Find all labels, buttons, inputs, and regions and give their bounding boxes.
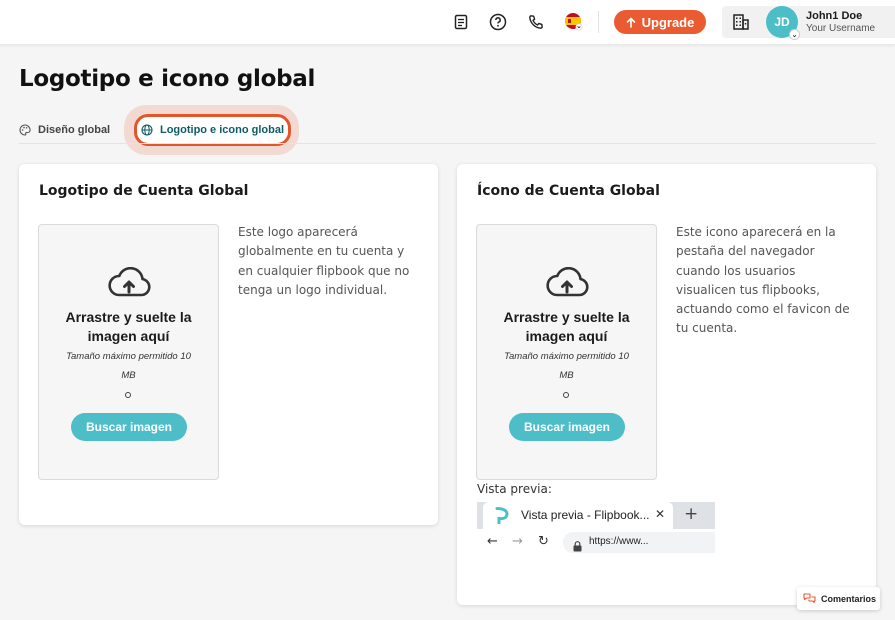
tab-logo-icon[interactable]: Logotipo e icono global bbox=[134, 114, 291, 146]
browser-tab-title: Vista previa - Flipbook... bbox=[521, 508, 650, 522]
icon-dropzone[interactable]: Arrastre y suelte la imagen aquí Tamaño … bbox=[476, 224, 657, 480]
user-username: Your Username bbox=[806, 23, 876, 34]
arrow-up-icon bbox=[626, 17, 635, 28]
account-menu[interactable]: JD ⌄ John1 Doe Your Username bbox=[722, 6, 895, 40]
logo-card-title: Logotipo de Cuenta Global bbox=[39, 183, 249, 199]
browser-nav-bar: ← → ↻ https://www... bbox=[477, 529, 715, 556]
flag-es-icon[interactable] bbox=[564, 12, 584, 32]
dropzone-title: Arrastre y suelte la imagen aquí bbox=[65, 309, 192, 344]
forward-arrow-icon: → bbox=[512, 534, 523, 549]
icon-description: Este icono aparecerá en la pestaña del n… bbox=[676, 225, 850, 336]
browse-image-button[interactable]: Buscar imagen bbox=[509, 413, 625, 441]
chevron-down-icon: ⌄ bbox=[789, 29, 800, 40]
help-icon[interactable] bbox=[488, 12, 508, 32]
tabs-divider bbox=[19, 143, 876, 144]
phone-icon[interactable] bbox=[526, 12, 546, 32]
cloud-upload-icon bbox=[107, 266, 151, 303]
feedback-icon bbox=[803, 593, 816, 604]
dropzone-max-size: Tamaño máximo permitido 10 MB bbox=[66, 351, 191, 381]
dropzone-title: Arrastre y suelte la imagen aquí bbox=[503, 309, 630, 344]
tab-logo-icon-label: Logotipo e icono global bbox=[159, 124, 285, 136]
logo-card: Logotipo de Cuenta Global Arrastre y sue… bbox=[19, 164, 438, 525]
tab-global-design[interactable]: Diseño global bbox=[19, 124, 110, 136]
cloud-upload-icon bbox=[545, 266, 589, 303]
browser-url-text: https://www... bbox=[589, 536, 649, 547]
browser-url-bar: https://www... bbox=[563, 532, 715, 553]
icon-card-title: Ícono de Cuenta Global bbox=[477, 183, 660, 199]
reload-icon: ↻ bbox=[538, 534, 549, 549]
logo-dropzone[interactable]: Arrastre y suelte la imagen aquí Tamaño … bbox=[38, 224, 219, 480]
logo-description: Este logo aparecerá globalmente en tu cu… bbox=[238, 225, 410, 297]
avatar-initials: JD bbox=[774, 15, 790, 29]
icon-card: Ícono de Cuenta Global Arrastre y suelte… bbox=[457, 164, 876, 605]
favicon-icon bbox=[495, 507, 509, 528]
building-icon[interactable] bbox=[732, 13, 750, 35]
globe-icon bbox=[141, 124, 153, 136]
upgrade-label: Upgrade bbox=[641, 14, 695, 30]
browse-image-button[interactable]: Buscar imagen bbox=[71, 413, 187, 441]
palette-icon bbox=[19, 124, 31, 136]
upgrade-button[interactable]: Upgrade bbox=[614, 10, 706, 34]
close-icon: ✕ bbox=[655, 507, 666, 521]
back-arrow-icon: ← bbox=[487, 534, 498, 549]
browser-preview: Vista previa - Flipbook... ✕ + ← → ↻ htt… bbox=[477, 502, 715, 556]
new-tab-icon: + bbox=[684, 504, 699, 524]
feedback-button[interactable]: Comentarios bbox=[797, 587, 880, 610]
lock-icon bbox=[573, 537, 582, 556]
browser-tab-bar: Vista previa - Flipbook... ✕ + bbox=[477, 502, 715, 529]
page-title: Logotipo e icono global bbox=[19, 66, 316, 92]
dropzone-max-size: Tamaño máximo permitido 10 MB bbox=[504, 351, 629, 381]
tab-global-design-label: Diseño global bbox=[38, 124, 111, 136]
document-icon[interactable] bbox=[451, 12, 471, 32]
avatar[interactable]: JD ⌄ bbox=[766, 6, 800, 40]
feedback-label: Comentarios bbox=[821, 593, 877, 604]
user-name: John1 Doe bbox=[806, 10, 863, 22]
radio-indicator bbox=[125, 392, 131, 398]
browser-tab: Vista previa - Flipbook... ✕ bbox=[483, 502, 673, 529]
top-bar: Upgrade JD ⌄ John1 Doe Your Username bbox=[0, 0, 895, 45]
header-divider bbox=[598, 11, 599, 33]
preview-label: Vista previa: bbox=[477, 482, 552, 496]
radio-indicator bbox=[563, 392, 569, 398]
